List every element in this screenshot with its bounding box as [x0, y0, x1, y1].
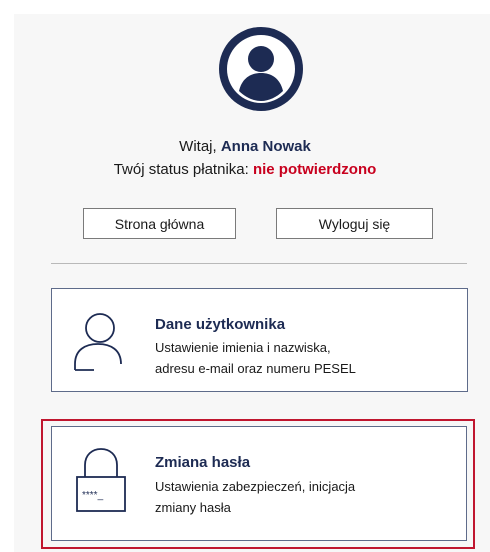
- user-data-card[interactable]: Dane użytkownika Ustawienie imienia i na…: [51, 288, 468, 392]
- user-outline-icon: [74, 313, 122, 371]
- status-value: nie potwierdzono: [252, 161, 377, 178]
- card-description: Ustawienia zabezpieczeń, inicjacja zmian…: [155, 476, 455, 518]
- status-label: Twój status płatnika:: [113, 161, 253, 178]
- divider: [51, 263, 467, 264]
- change-password-card[interactable]: ****_ Zmiana hasła Ustawienia zabezpiecz…: [51, 426, 467, 541]
- lock-icon: ****_: [76, 448, 126, 512]
- user-name: Anna Nowak: [220, 138, 311, 155]
- greeting-line: Witaj, Anna Nowak: [0, 137, 490, 157]
- user-avatar-icon: [219, 27, 303, 111]
- card-description-line: zmiany hasła: [155, 500, 231, 515]
- card-description-line: Ustawienie imienia i nazwiska,: [155, 340, 331, 355]
- logout-button[interactable]: Wyloguj się: [276, 208, 433, 239]
- lock-icon-text: ****_: [82, 490, 104, 501]
- greeting-prefix: Witaj,: [179, 138, 221, 155]
- home-button[interactable]: Strona główna: [83, 208, 236, 239]
- card-title: Dane użytkownika: [155, 316, 286, 333]
- payer-status-line: Twój status płatnika: nie potwierdzono: [0, 160, 490, 180]
- card-description: Ustawienie imienia i nazwiska, adresu e-…: [155, 337, 455, 379]
- card-description-line: Ustawienia zabezpieczeń, inicjacja: [155, 479, 356, 494]
- card-title: Zmiana hasła: [155, 454, 251, 471]
- card-description-line: adresu e-mail oraz numeru PESEL: [155, 361, 356, 376]
